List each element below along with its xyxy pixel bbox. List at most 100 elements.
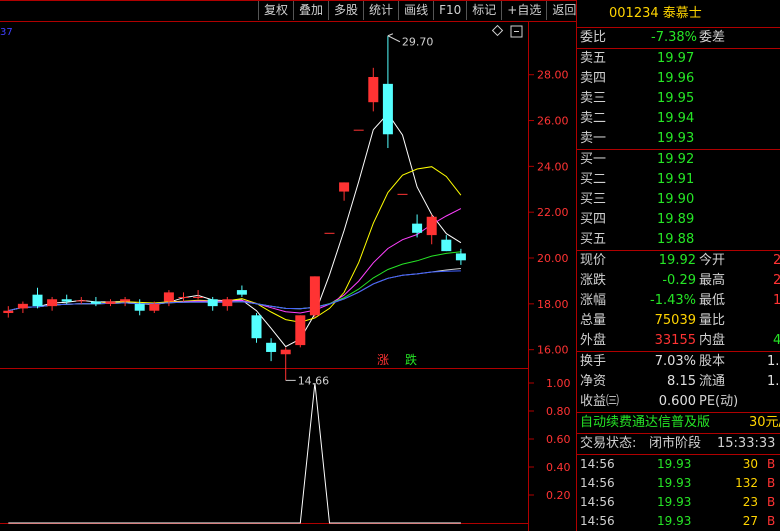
price-tick-label: 22.00 <box>537 206 569 219</box>
toolbar-button-5[interactable]: F10 <box>433 1 466 20</box>
candle-body[interactable] <box>76 300 87 302</box>
tick-time: 14:56 <box>580 457 615 471</box>
quote-value-2: 2 <box>773 271 780 291</box>
candle-body[interactable] <box>339 182 350 192</box>
toolbar-button-0[interactable]: 复权 <box>258 1 293 20</box>
stats-value-2: 1. <box>767 374 780 389</box>
candle-body[interactable] <box>295 315 306 346</box>
bid-price: 19.90 <box>657 192 695 207</box>
candle-body[interactable] <box>193 296 204 298</box>
candle-body[interactable] <box>455 253 466 261</box>
candle-body[interactable] <box>236 290 247 295</box>
ask-row[interactable]: 卖三 19.95 <box>577 89 780 109</box>
bid-price: 19.88 <box>657 232 695 247</box>
candle-body[interactable] <box>441 239 452 252</box>
quote-value: -1.43% <box>650 293 696 308</box>
candle-body[interactable] <box>178 296 189 298</box>
stats-row: 换手 7.03% 股本 1. <box>577 352 780 372</box>
promo-price[interactable]: 30元/ <box>749 413 780 433</box>
candle-body[interactable] <box>382 83 393 135</box>
candle-body[interactable] <box>61 299 72 302</box>
bid-row[interactable]: 买五 19.88 <box>577 230 780 250</box>
toolbar-button-3[interactable]: 统计 <box>363 1 398 20</box>
candle-body[interactable] <box>324 232 335 234</box>
toolbar-button-4[interactable]: 画线 <box>398 1 433 20</box>
candle-body[interactable] <box>222 299 233 307</box>
quote-row: 外盘 33155内盘 4 <box>577 331 780 351</box>
quote-label: 涨幅 <box>580 293 607 308</box>
stats-row: 净资 8.15 流通 1. <box>577 372 780 392</box>
quote-row: 涨幅 -1.43%最低 1 <box>577 291 780 311</box>
tick-row[interactable]: 14:56 19.93 23 B <box>577 493 780 512</box>
ask-row[interactable]: 卖五 19.97 <box>577 49 780 69</box>
ask-row[interactable]: 卖一 19.93 <box>577 129 780 149</box>
tick-price: 19.93 <box>657 476 692 490</box>
candle-body[interactable] <box>397 193 408 195</box>
tick-row[interactable]: 14:56 19.93 27 B <box>577 512 780 531</box>
stats-block: 换手 7.03% 股本 1. 净资 8.15 流通 1. 收益㈢ 0.600 PE(动) <box>577 352 780 412</box>
ask-row[interactable]: 卖四 19.96 <box>577 69 780 89</box>
candle-body[interactable] <box>149 303 160 311</box>
order-ratio-row: 委比 -7.38% 委差 <box>577 28 780 48</box>
trade-status-time: 15:33:33 <box>717 436 776 451</box>
quote-panel: 001234 泰慕士 委比 -7.38% 委差 卖五 19.97 卖四 19.96 卖三… <box>576 0 780 531</box>
bid-row[interactable]: 买一 19.92 <box>577 150 780 170</box>
tick-row[interactable]: 14:56 19.93 132 B <box>577 474 780 493</box>
candle-body[interactable] <box>426 216 437 236</box>
ask-label: 卖四 <box>580 71 607 86</box>
bid-price: 19.89 <box>657 212 695 227</box>
promo-text[interactable]: 自动续费通达信普及版 <box>580 413 710 433</box>
promo-row[interactable]: 自动续费通达信普及版 30元/ <box>577 413 780 433</box>
candle-body[interactable] <box>17 303 28 309</box>
kline-chart[interactable]: 16.00 18.00 20.00 22.00 24.00 26.00 28.00 0.20… <box>0 0 576 531</box>
candle-body[interactable] <box>353 129 364 131</box>
tick-side: B <box>767 457 776 471</box>
candle-body[interactable] <box>266 342 277 352</box>
ask-price: 19.97 <box>657 51 695 66</box>
candle-body[interactable] <box>90 301 101 304</box>
candle-body[interactable] <box>105 301 116 304</box>
bid-label: 买五 <box>580 232 607 247</box>
indicator-tick-label: 1.00 <box>546 377 571 390</box>
stock-name: 泰慕士 <box>662 6 702 21</box>
ask-price: 19.93 <box>657 131 695 146</box>
candle-body[interactable] <box>32 294 43 307</box>
toolbar-button-6[interactable]: 标记 <box>466 1 501 20</box>
indicator-tick-label: 0.80 <box>546 405 571 418</box>
tick-row[interactable]: 14:56 19.93 30 B <box>577 455 780 474</box>
bid-row[interactable]: 买四 19.89 <box>577 210 780 230</box>
toolbar-button-1[interactable]: 叠加 <box>293 1 328 20</box>
tick-list[interactable]: 14:56 19.93 30 B 14:56 19.93 132 B 14:56 19.93 23 B… <box>577 455 780 531</box>
candle-body[interactable] <box>47 299 58 307</box>
candle-body[interactable] <box>120 299 131 302</box>
tick-price: 19.93 <box>657 495 692 509</box>
stats-row: 收益㈢ 0.600 PE(动) <box>577 392 780 412</box>
indicator-tick-label: 0.20 <box>546 489 571 502</box>
ask-row[interactable]: 卖二 19.94 <box>577 109 780 129</box>
indicator-tick-label: 0.60 <box>546 433 571 446</box>
candle-body[interactable] <box>3 310 14 314</box>
candle-body[interactable] <box>207 299 218 307</box>
tick-side: B <box>767 495 776 509</box>
stats-value: 8.15 <box>667 374 696 389</box>
quote-row: 涨跌 -0.29最高 2 <box>577 271 780 291</box>
toolbar-button-2[interactable]: 多股 <box>328 1 363 20</box>
candle-body[interactable] <box>163 292 174 302</box>
tick-time: 14:56 <box>580 495 615 509</box>
down-label[interactable]: 跌 <box>405 352 417 367</box>
bid-row[interactable]: 买三 19.90 <box>577 190 780 210</box>
candle-body[interactable] <box>309 276 320 316</box>
bid-label: 买一 <box>580 152 607 167</box>
toolbar-button-7[interactable]: +自选 <box>501 1 546 20</box>
tick-volume: 27 <box>742 514 758 528</box>
candle-body[interactable] <box>251 315 262 339</box>
bid-row[interactable]: 买二 19.91 <box>577 170 780 190</box>
high-price-label: 29.70 <box>402 36 434 49</box>
up-label[interactable]: 涨 <box>377 352 389 367</box>
candle-body[interactable] <box>368 76 379 103</box>
candle-body[interactable] <box>412 223 423 233</box>
stats-value: 7.03% <box>654 354 696 369</box>
indicator-tick-label: 0.40 <box>546 461 571 474</box>
candle-body[interactable] <box>134 303 145 311</box>
candle-body[interactable] <box>280 349 291 355</box>
